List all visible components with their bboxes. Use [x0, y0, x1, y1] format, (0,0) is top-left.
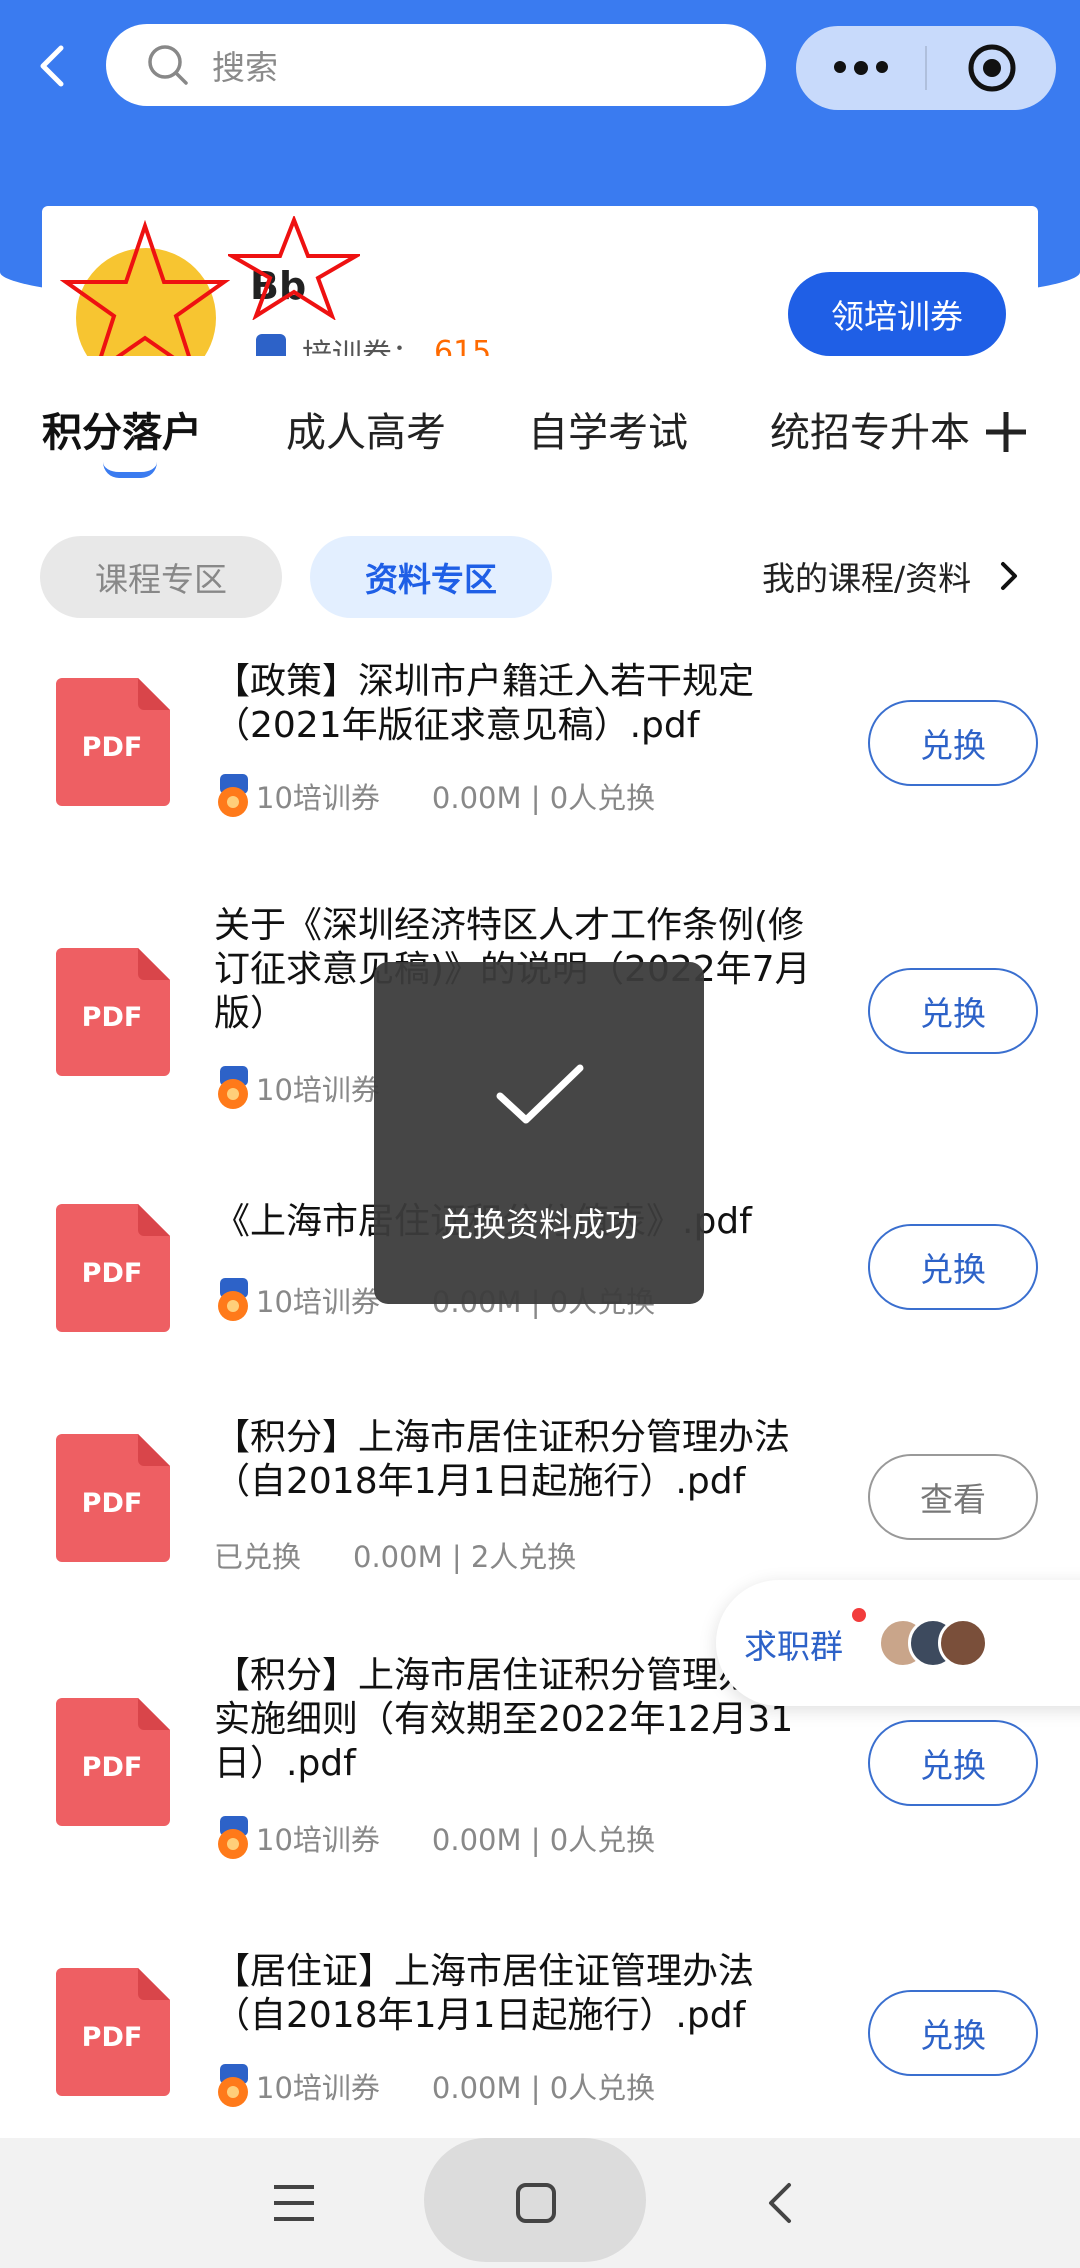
my-courses-link[interactable]: 我的课程/资料 — [762, 552, 1019, 600]
redeem-button[interactable]: 兑换 — [868, 1720, 1038, 1806]
profile-card: Bb 培训券： 615 领培训券 — [42, 206, 1038, 356]
course-zone-tab[interactable]: 课程专区 — [40, 536, 282, 618]
job-group-float[interactable]: 求职群 — [716, 1580, 1080, 1706]
toast-message: 兑换资料成功 — [440, 1205, 638, 1244]
get-voucher-button[interactable]: 领培训券 — [788, 272, 1006, 356]
star-annotation-icon — [60, 220, 230, 356]
success-toast: 兑换资料成功 — [374, 962, 704, 1304]
voucher-label: 培训券： — [302, 338, 422, 356]
item-price: 10培训券 — [256, 1285, 380, 1319]
system-back-button[interactable] — [740, 2138, 820, 2268]
item-price: 10培训券 — [256, 781, 380, 815]
pdf-label: PDF — [82, 1258, 143, 1289]
item-price: 10培训券 — [256, 1073, 380, 1107]
pdf-file-icon: PDF — [56, 948, 170, 1076]
category-tabs: 积分落户 成人高考 自学考试 统招专升本 — [0, 356, 1080, 496]
voucher-coin-icon — [218, 774, 248, 817]
voucher-count: 615 — [434, 334, 492, 357]
home-button[interactable] — [496, 2138, 576, 2268]
close-mini-program-button[interactable] — [927, 26, 1056, 110]
redeem-button[interactable]: 兑换 — [868, 968, 1038, 1054]
pdf-file-icon: PDF — [56, 1968, 170, 2096]
view-button[interactable]: 查看 — [868, 1454, 1038, 1540]
check-icon — [496, 1064, 584, 1124]
pdf-label: PDF — [82, 1488, 143, 1519]
voucher-coin-icon — [218, 1278, 248, 1321]
job-group-label: 求职群 — [744, 1627, 843, 1666]
system-nav-bar — [0, 2138, 1080, 2268]
pdf-label: PDF — [82, 1002, 143, 1033]
item-stats: 0.00M | 0人兑换 — [431, 2071, 656, 2105]
search-icon — [148, 45, 188, 85]
notification-dot — [852, 1608, 866, 1622]
tab-integral-settlement[interactable]: 积分落户 — [42, 400, 202, 458]
star-annotation-icon — [228, 216, 360, 320]
pdf-label: PDF — [82, 1752, 143, 1783]
voucher-coin-icon — [218, 1066, 248, 1109]
active-tab-indicator — [103, 462, 157, 478]
pdf-file-icon: PDF — [56, 678, 170, 806]
voucher-balance: 培训券： 615 — [252, 330, 491, 356]
pdf-file-icon: PDF — [56, 1434, 170, 1562]
redeem-button[interactable]: 兑换 — [868, 1224, 1038, 1310]
search-placeholder: 搜索 — [212, 48, 278, 87]
item-meta: 10培训券 0.00M | 0人兑换 — [214, 2064, 655, 2108]
item-meta: 10培训券 0.00M | 0人兑换 — [214, 774, 655, 818]
item-stats: 0.00M | 2人兑换 — [353, 1540, 577, 1574]
item-title: 【政策】深圳市户籍迁入若干规定（2021年版征求意见稿）.pdf — [214, 661, 755, 746]
target-close-icon — [968, 44, 1015, 92]
mini-program-capsule — [796, 26, 1056, 110]
member-avatar — [938, 1618, 988, 1668]
redeem-button[interactable]: 兑换 — [868, 1990, 1038, 2076]
item-price: 已兑换 — [214, 1540, 302, 1574]
voucher-coin-icon — [218, 2064, 248, 2107]
tab-adult-college-exam[interactable]: 成人高考 — [286, 400, 446, 458]
tab-self-study-exam[interactable]: 自学考试 — [528, 400, 688, 458]
item-stats: 0.00M | 0人兑换 — [431, 781, 656, 815]
chevron-left-icon — [769, 2183, 791, 2223]
recent-apps-button[interactable] — [254, 2138, 334, 2268]
more-button[interactable] — [796, 26, 925, 110]
item-meta: 10培训券 0.00M | 0人兑换 — [214, 1816, 655, 1860]
pdf-file-icon: PDF — [56, 1698, 170, 1826]
item-price: 10培训券 — [256, 2071, 380, 2105]
chevron-right-icon — [1001, 562, 1018, 590]
item-title: 【居住证】上海市居住证管理办法（自2018年1月1日起施行）.pdf — [214, 1951, 755, 2036]
tab-college-upgrade[interactable]: 统招专升本 — [770, 400, 976, 458]
more-dots-icon — [833, 61, 888, 75]
item-meta: 已兑换 0.00M | 2人兑换 — [214, 1534, 576, 1576]
my-courses-label: 我的课程/资料 — [762, 559, 972, 598]
voucher-coin-icon — [218, 1816, 248, 1859]
plus-icon[interactable] — [982, 408, 1030, 456]
item-title: 【积分】上海市居住证积分管理办法（自2018年1月1日起施行）.pdf — [214, 1417, 791, 1502]
back-button[interactable] — [30, 38, 74, 94]
search-input[interactable]: 搜索 — [106, 24, 766, 106]
chevron-left-icon — [40, 45, 64, 87]
item-price: 10培训券 — [256, 1823, 380, 1857]
pdf-label: PDF — [82, 732, 143, 763]
item-stats: 0.00M | 0人兑换 — [431, 1823, 656, 1857]
square-home-icon — [516, 2183, 556, 2223]
menu-icon — [274, 2185, 314, 2221]
pdf-label: PDF — [82, 2022, 143, 2053]
material-zone-tab[interactable]: 资料专区 — [310, 536, 552, 618]
voucher-coin-icon — [256, 334, 286, 356]
pdf-file-icon: PDF — [56, 1204, 170, 1332]
redeem-button[interactable]: 兑换 — [868, 700, 1038, 786]
